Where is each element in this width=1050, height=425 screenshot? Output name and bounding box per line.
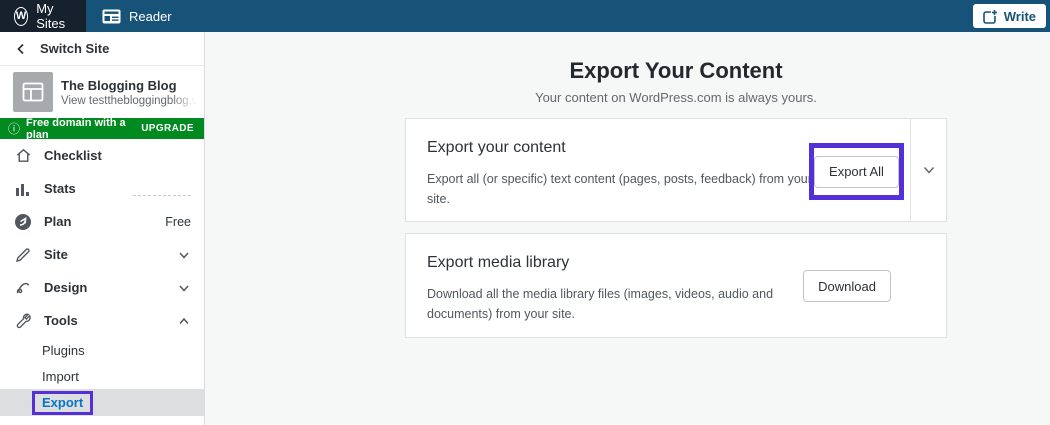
design-icon — [14, 279, 32, 297]
current-site-card[interactable]: The Blogging Blog View testthebloggingbl… — [0, 66, 204, 118]
switch-site-button[interactable]: Switch Site — [0, 32, 204, 66]
sidebar-item-label: Plan — [44, 214, 71, 229]
upgrade-banner-text: Free domain with a plan — [26, 117, 135, 141]
reader-label: Reader — [129, 9, 172, 24]
sidebar-item-label: Tools — [44, 313, 78, 328]
site-texts: The Blogging Blog View testthebloggingbl… — [61, 78, 196, 107]
sidebar-item-tools[interactable]: Tools — [0, 304, 204, 337]
wordpress-logo-icon: W — [14, 7, 28, 26]
write-button[interactable]: Write — [973, 4, 1046, 28]
upgrade-banner[interactable]: ⓘ Free domain with a plan UPGRADE — [0, 118, 204, 139]
switch-site-label: Switch Site — [40, 41, 109, 56]
sidebar-nav: Checklist Stats Plan Free — [0, 139, 204, 416]
upgrade-link[interactable]: UPGRADE — [141, 123, 194, 134]
masterbar: W My Sites Reader Write — [0, 0, 1050, 32]
sidebar-item-label: Plugins — [42, 343, 85, 358]
chevron-up-icon — [177, 314, 191, 328]
chevron-left-icon — [14, 42, 28, 56]
card-expander[interactable] — [910, 119, 946, 221]
card-description: Download all the media library files (im… — [427, 284, 819, 325]
chevron-down-icon — [921, 162, 937, 178]
info-icon: ⓘ — [8, 123, 20, 135]
reader-tab[interactable]: Reader — [88, 0, 186, 32]
site-name: The Blogging Blog — [61, 78, 196, 93]
card-title: Export your content — [427, 139, 566, 157]
masterbar-spacer — [186, 0, 973, 32]
export-media-card: Export media library Download all the me… — [405, 233, 947, 338]
plan-badge: Free — [165, 215, 191, 229]
export-content-card: Export your content Export all (or speci… — [405, 118, 947, 222]
reader-icon — [102, 9, 121, 24]
sidebar-item-label: Stats — [44, 181, 76, 196]
export-annotation-box: Export — [32, 391, 93, 415]
sidebar-item-label: Checklist — [44, 148, 102, 163]
sidebar-item-label: Design — [44, 280, 87, 295]
home-icon — [14, 147, 32, 165]
sidebar-item-checklist[interactable]: Checklist — [0, 139, 204, 172]
write-label: Write — [1004, 9, 1036, 24]
sidebar: Switch Site The Blogging Blog View testt… — [0, 32, 205, 425]
sidebar-item-label: Export — [42, 395, 83, 410]
plan-icon — [14, 213, 32, 231]
write-icon — [983, 9, 998, 24]
stats-icon — [14, 180, 32, 198]
export-all-annotation-box: Export All — [809, 143, 904, 200]
sidebar-item-plugins[interactable]: Plugins — [0, 337, 204, 363]
sidebar-item-export[interactable]: Export — [0, 389, 204, 416]
sidebar-item-site[interactable]: Site — [0, 238, 204, 271]
pencil-icon — [14, 246, 32, 264]
sidebar-item-design[interactable]: Design — [0, 271, 204, 304]
sidebar-item-label: Import — [42, 369, 79, 384]
sidebar-item-plan[interactable]: Plan Free — [0, 205, 204, 238]
my-sites-label: My Sites — [36, 1, 72, 31]
export-all-button[interactable]: Export All — [814, 156, 899, 188]
page-title: Export Your Content — [405, 58, 947, 84]
sidebar-item-stats[interactable]: Stats — [0, 172, 204, 205]
site-thumbnail-icon — [13, 72, 53, 112]
card-description: Export all (or specific) text content (p… — [427, 169, 819, 210]
chevron-down-icon — [177, 281, 191, 295]
my-sites-tab[interactable]: W My Sites — [0, 0, 86, 32]
tools-icon — [14, 312, 32, 330]
sidebar-item-import[interactable]: Import — [0, 363, 204, 389]
main-content: Export Your Content Your content on Word… — [205, 32, 1050, 425]
chevron-down-icon — [177, 248, 191, 262]
sidebar-item-label: Site — [44, 247, 68, 262]
download-button[interactable]: Download — [803, 270, 891, 302]
stats-sparkline — [133, 195, 191, 196]
card-title: Export media library — [427, 254, 569, 272]
page-subtitle: Your content on WordPress.com is always … — [405, 90, 947, 105]
site-url: View testthebloggingblog.wordpress — [61, 95, 196, 107]
